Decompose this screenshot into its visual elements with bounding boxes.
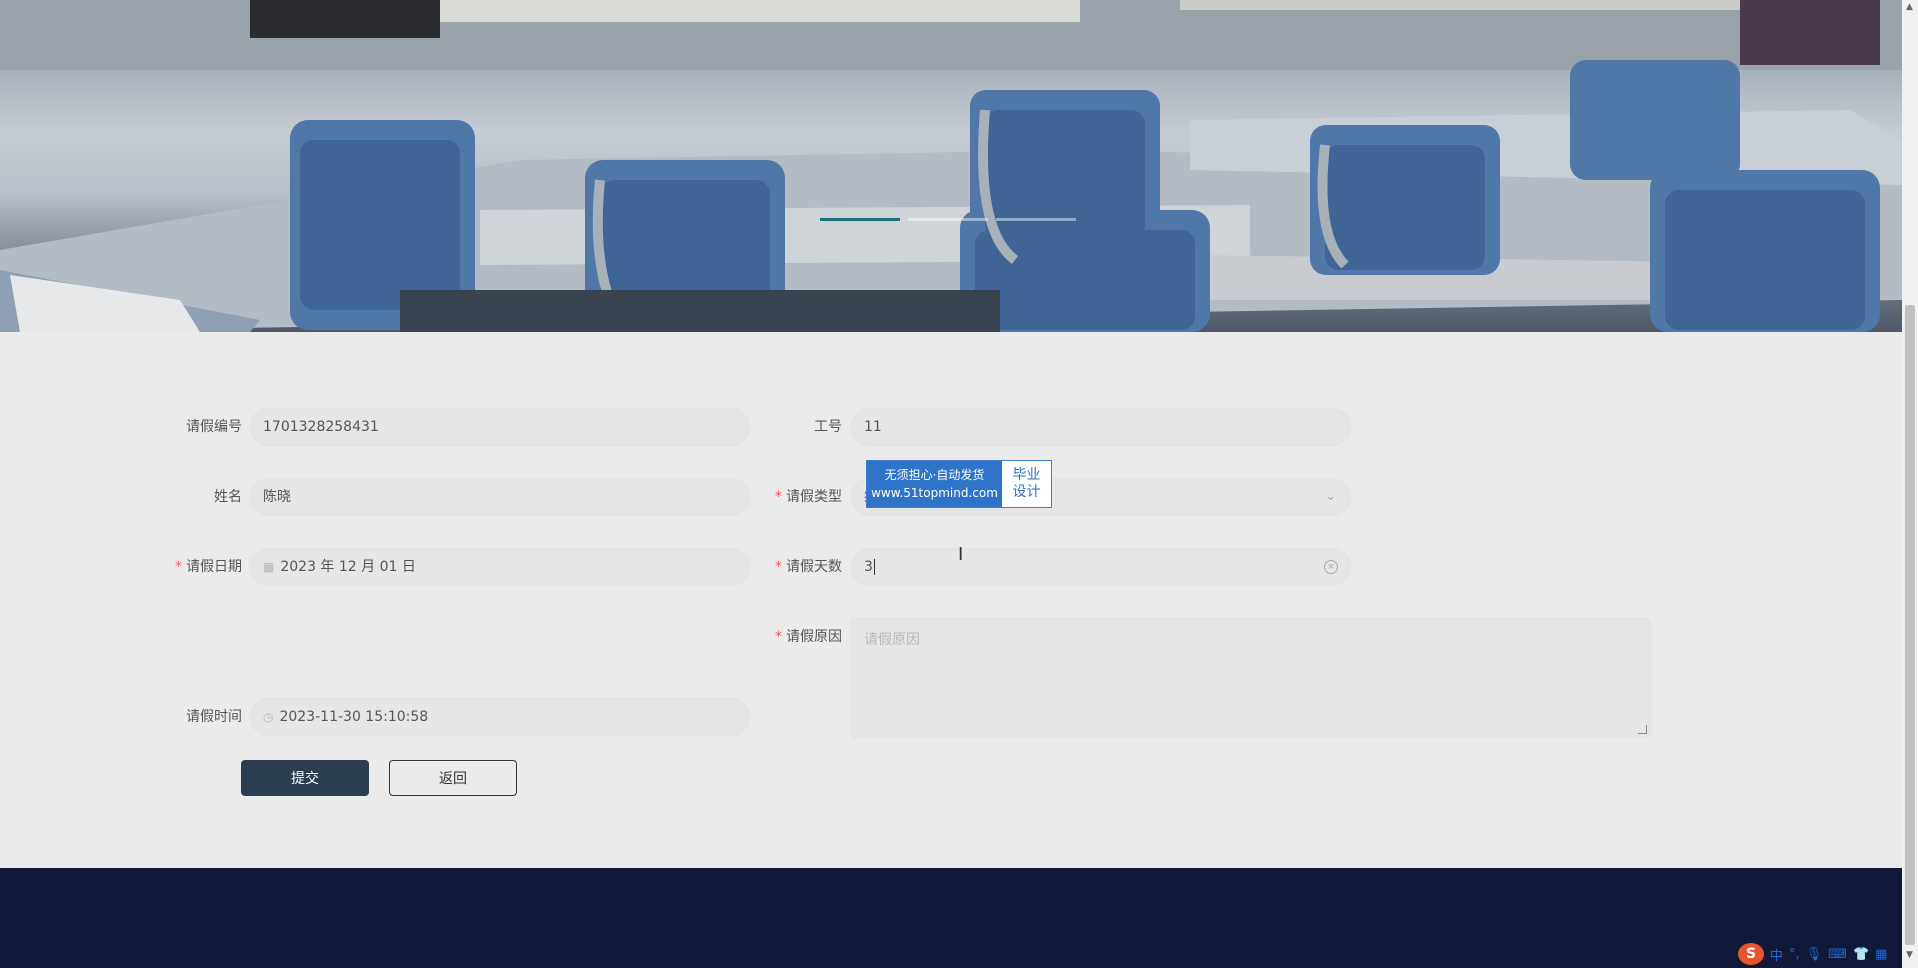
scroll-thumb[interactable] [1905, 305, 1915, 945]
leave-reason-label: * 请假原因 [775, 629, 842, 645]
job-no-label: 工号 [814, 419, 842, 435]
watermark-tag-2: 设计 [1012, 484, 1041, 500]
watermark-tag-1: 毕业 [1012, 467, 1041, 483]
ime-mode-toggle[interactable]: 中 [1770, 945, 1783, 964]
skin-icon[interactable]: 👕 [1853, 947, 1869, 962]
vertical-scrollbar[interactable]: ▲ ▼ [1902, 0, 1918, 968]
submit-button[interactable]: 提交 [241, 760, 369, 796]
clock-icon: ◷ [263, 710, 274, 724]
ime-toolbar: S 中 °, 🎙 ⌨ 👕 ▦ [1738, 942, 1902, 966]
leave-date-label: * 请假日期 [175, 559, 242, 575]
carousel-indicator-1[interactable] [820, 218, 900, 221]
leave-no-input[interactable]: 1701328258431 [250, 408, 750, 446]
calendar-icon: ▦ [263, 560, 275, 574]
name-label: 姓名 [214, 489, 242, 505]
carousel-indicators [820, 218, 1076, 221]
leave-date-picker[interactable]: ▦ 2023 年 12 月 01 日 [250, 548, 750, 586]
watermark-url: www.51topmind.com [871, 486, 998, 500]
leave-time-input[interactable]: ◷ 2023-11-30 15:10:58 [250, 698, 750, 736]
scroll-up-icon[interactable]: ▲ [1906, 2, 1913, 12]
carousel-indicator-3[interactable] [996, 218, 1076, 221]
watermark-text: 无须担心·自动发货 [884, 468, 985, 482]
leave-days-input[interactable]: 3 × [851, 548, 1351, 586]
leave-type-label: * 请假类型 [775, 489, 842, 505]
grid-menu-icon[interactable]: ▦ [1875, 947, 1887, 962]
keyboard-icon[interactable]: ⌨ [1828, 947, 1847, 962]
back-button[interactable]: 返回 [389, 760, 517, 796]
watermark-badge: 无须担心·自动发货 www.51topmind.com 毕业 设计 [866, 460, 1052, 508]
page-footer [0, 868, 1902, 968]
page: 请假编号 1701328258431 工号 11 姓名 陈晓 *请假类型 病 ⌄… [0, 0, 1918, 968]
leave-days-label: * 请假天数 [775, 559, 842, 575]
hero-banner [0, 0, 1902, 332]
ime-logo-icon[interactable]: S [1738, 943, 1764, 965]
chevron-down-icon: ⌄ [1325, 489, 1336, 504]
classroom-photo [0, 0, 1902, 332]
resize-grip-icon[interactable] [1638, 725, 1647, 734]
carousel-indicator-2[interactable] [908, 218, 988, 221]
clear-icon[interactable]: × [1324, 560, 1338, 574]
scroll-down-icon[interactable]: ▼ [1906, 950, 1913, 960]
leave-time-label: 请假时间 [186, 709, 242, 725]
text-cursor-icon: I [958, 544, 964, 565]
name-input[interactable]: 陈晓 [250, 478, 750, 516]
leave-reason-textarea[interactable]: 请假原因 [851, 618, 1651, 738]
microphone-icon[interactable]: 🎙 [1806, 947, 1823, 962]
job-no-input[interactable]: 11 [851, 408, 1351, 446]
leave-no-label: 请假编号 [186, 419, 242, 435]
ime-punctuation-icon[interactable]: °, [1789, 947, 1800, 962]
